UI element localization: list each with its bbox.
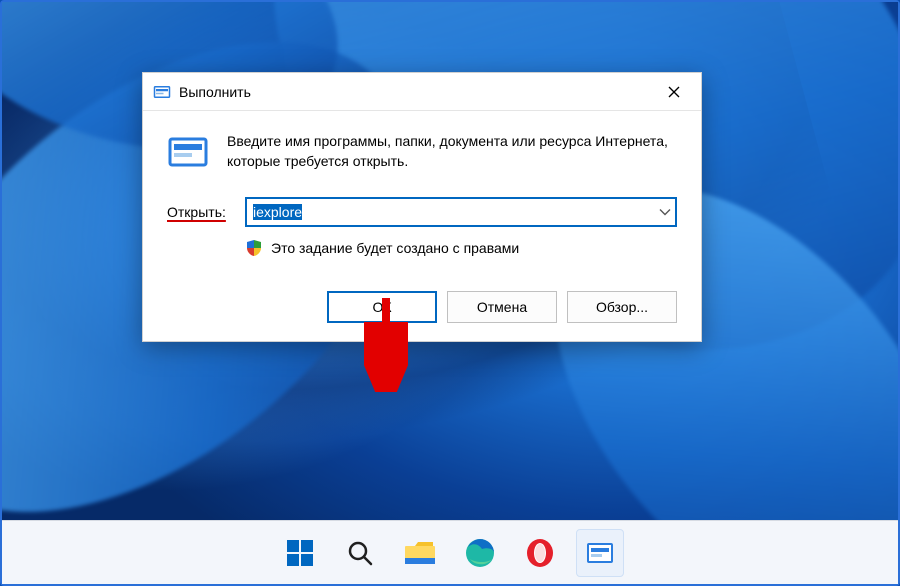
titlebar: Выполнить [143, 73, 701, 111]
search-icon [345, 538, 375, 568]
cancel-button[interactable]: Отмена [447, 291, 557, 323]
opera-icon [525, 538, 555, 568]
taskbar-run[interactable] [576, 529, 624, 577]
ok-button[interactable]: ОК [327, 291, 437, 323]
windows-icon [285, 538, 315, 568]
taskbar-search[interactable] [336, 529, 384, 577]
taskbar-edge[interactable] [456, 529, 504, 577]
open-combobox[interactable] [245, 197, 677, 227]
close-icon [668, 86, 680, 98]
open-input[interactable] [245, 197, 677, 227]
close-button[interactable] [651, 73, 697, 111]
shield-icon [245, 239, 263, 257]
start-button[interactable] [276, 529, 324, 577]
folder-icon [403, 538, 437, 568]
dialog-title: Выполнить [179, 84, 651, 100]
run-icon [153, 83, 171, 101]
edge-icon [464, 537, 496, 569]
admin-note: Это задание будет создано с правами [271, 240, 519, 256]
taskbar-opera[interactable] [516, 529, 564, 577]
browse-button[interactable]: Обзор... [567, 291, 677, 323]
dialog-message: Введите имя программы, папки, документа … [227, 131, 677, 172]
run-icon [586, 541, 614, 565]
run-dialog: Выполнить Введите имя программы, папки, … [142, 72, 702, 342]
button-bar: ОК Отмена Обзор... [143, 273, 701, 341]
open-label: Открыть: [167, 204, 235, 220]
taskbar [2, 520, 898, 584]
taskbar-explorer[interactable] [396, 529, 444, 577]
run-large-icon [167, 131, 209, 173]
